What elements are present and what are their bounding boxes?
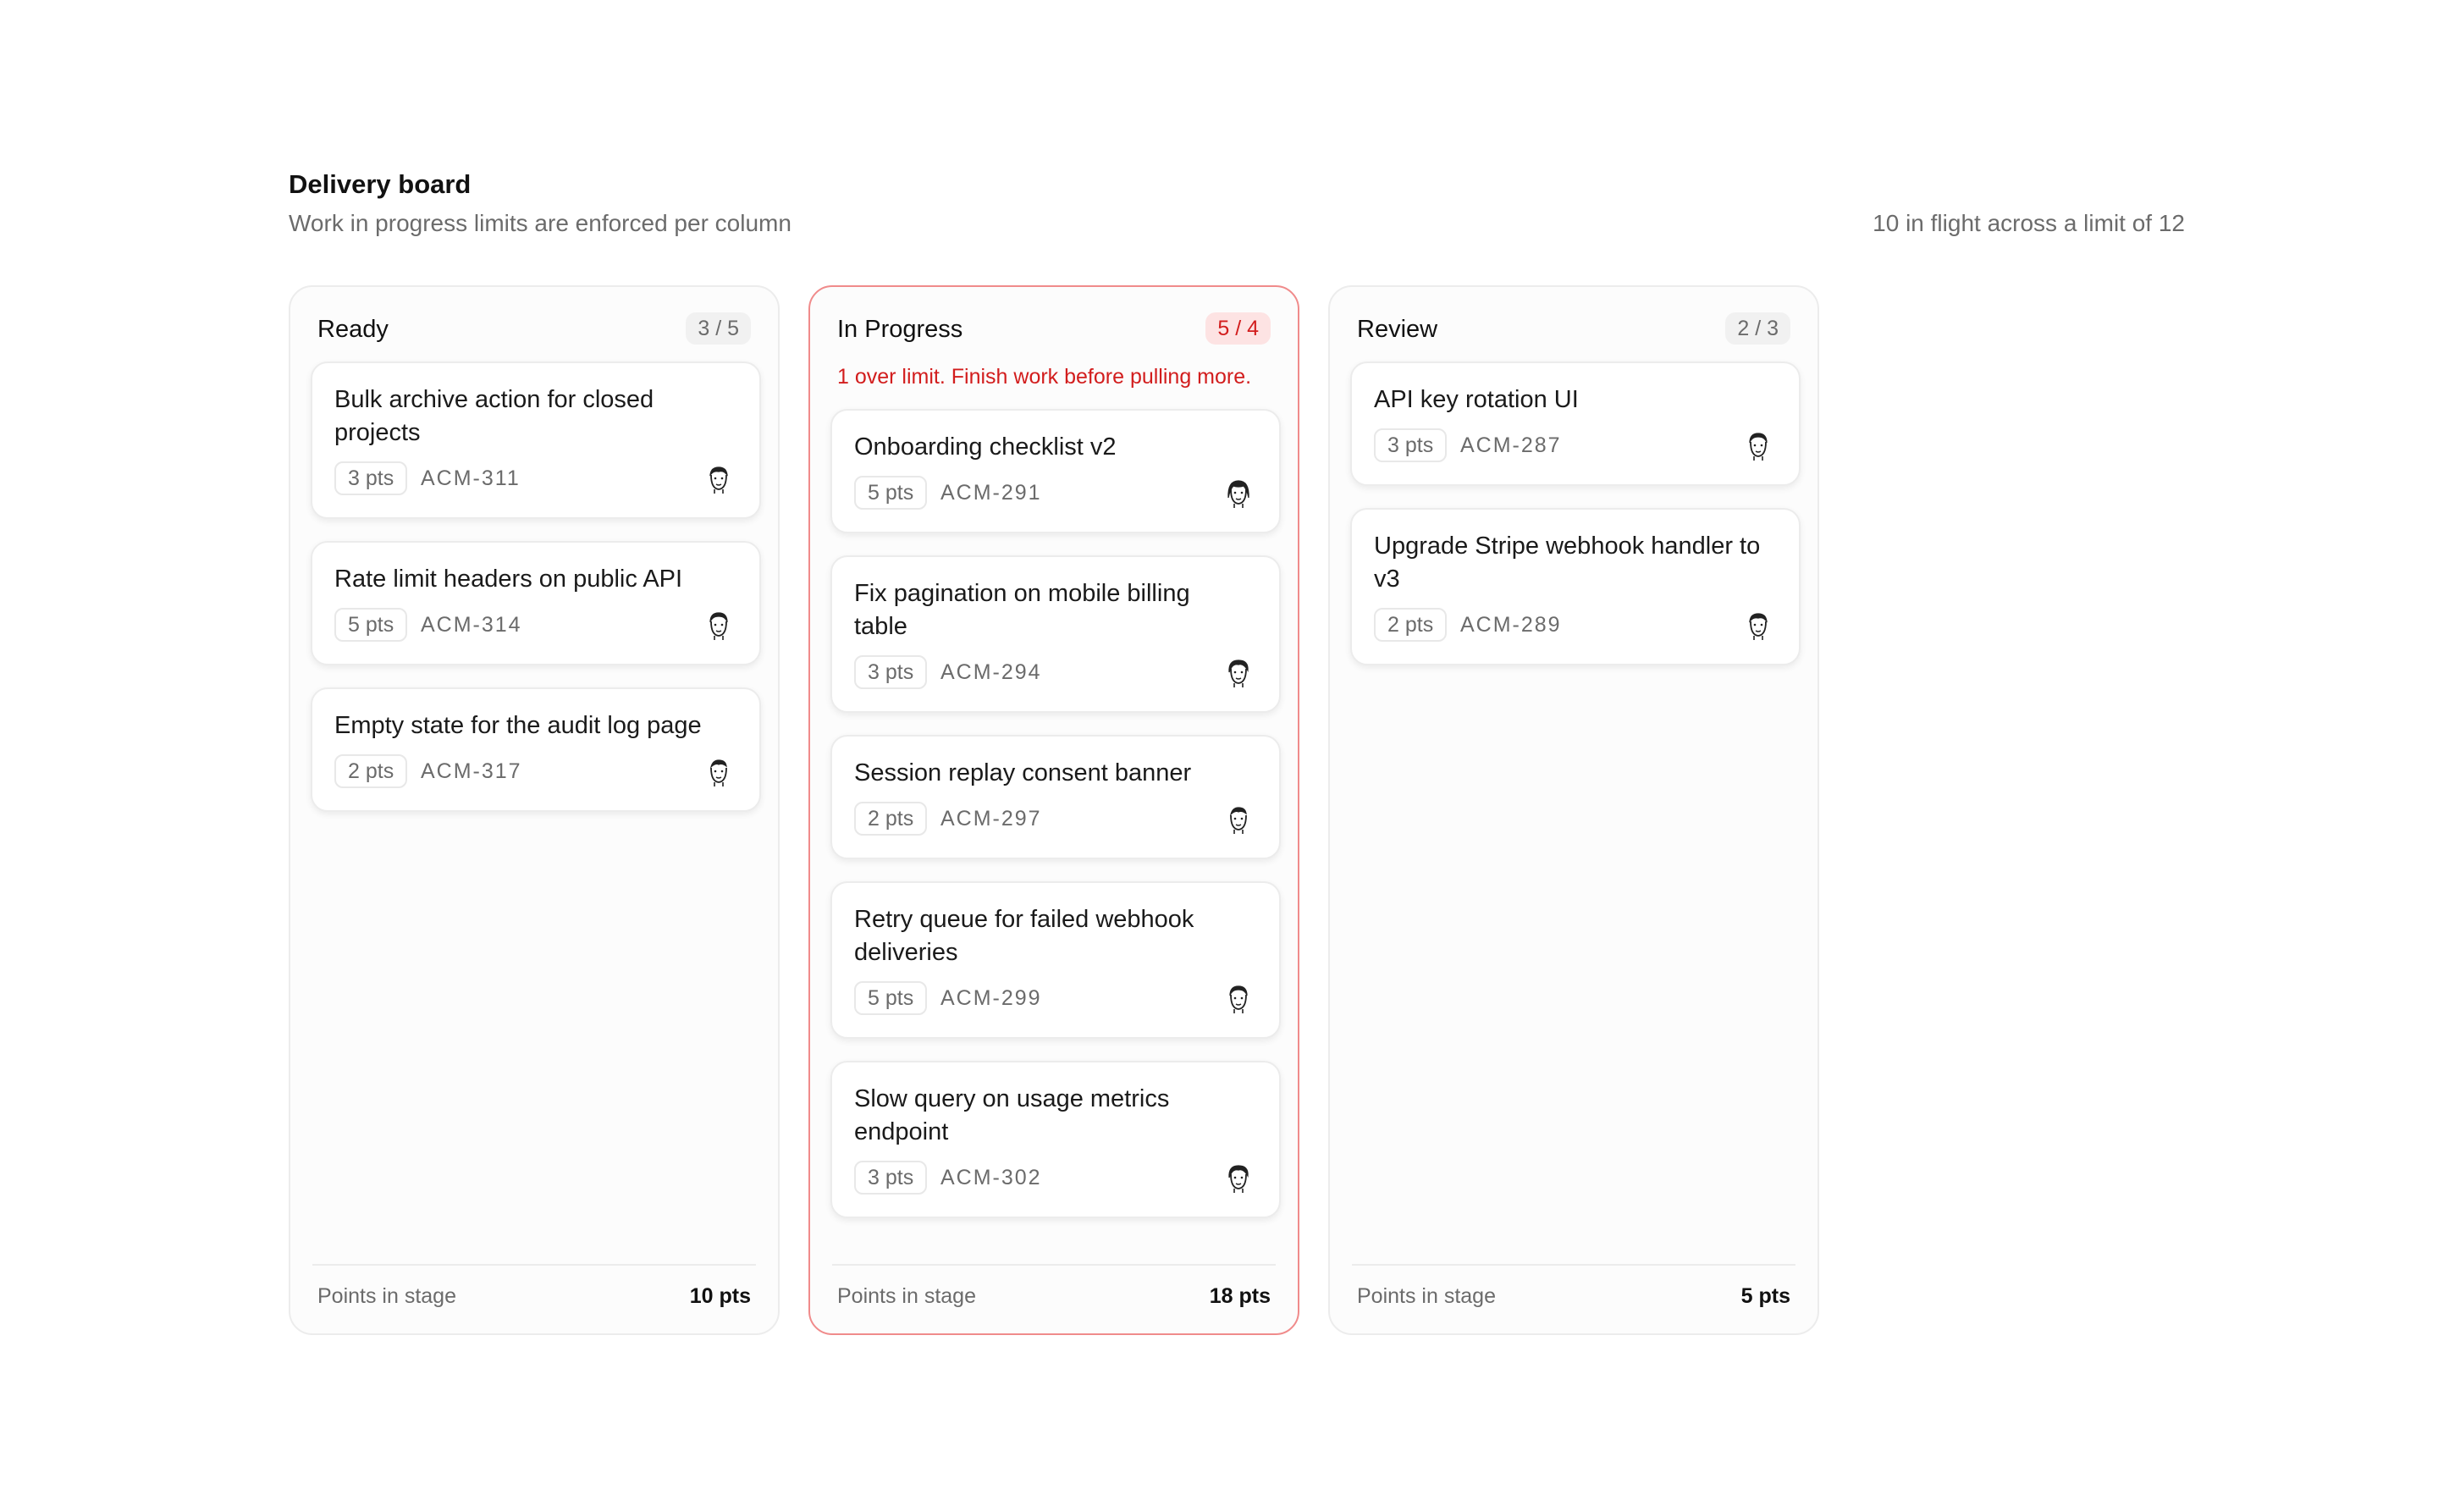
card-title: Bulk archive action for closed projects (334, 386, 654, 446)
issue-id: ACM-297 (940, 807, 1042, 830)
card-list: Onboarding checklist v2 5 pts ACM-291 Fi… (830, 409, 1281, 1240)
avatar-icon[interactable] (1743, 430, 1773, 462)
task-card[interactable]: Slow query on usage metrics endpoint 3 p… (830, 1061, 1281, 1218)
footer-label: Points in stage (837, 1284, 976, 1308)
avatar-icon[interactable] (1223, 657, 1254, 689)
column-in-progress: In Progress 5 / 4 1 over limit. Finish w… (808, 285, 1299, 1335)
card-meta: 3 pts ACM-302 (854, 1161, 1257, 1198)
page: Delivery board Work in progress limits a… (0, 0, 2438, 1512)
column-title: In Progress (837, 316, 963, 343)
issue-id: ACM-294 (940, 660, 1042, 684)
points-badge: 2 pts (854, 802, 928, 836)
footer-total: 5 pts (1740, 1284, 1790, 1308)
card-title: Upgrade Stripe webhook handler to v3 (1374, 533, 1761, 593)
wip-warning: 1 over limit. Finish work before pulling… (837, 365, 1252, 389)
avatar-icon[interactable] (1223, 803, 1254, 836)
wip-count-badge: 5 / 4 (1205, 312, 1271, 345)
column-title: Review (1357, 316, 1438, 343)
page-title: Delivery board (289, 169, 472, 199)
task-card[interactable]: API key rotation UI 3 pts ACM-287 (1350, 361, 1801, 486)
points-badge: 5 pts (334, 608, 408, 642)
card-title: Fix pagination on mobile billing table (854, 580, 1190, 640)
card-meta: 3 pts ACM-311 (334, 461, 737, 499)
card-meta: 3 pts ACM-294 (854, 655, 1257, 693)
avatar-icon[interactable] (703, 610, 734, 642)
points-badge: 3 pts (854, 1161, 928, 1195)
card-meta: 3 pts ACM-287 (1374, 428, 1777, 466)
column-title: Ready (317, 316, 389, 343)
task-card[interactable]: Empty state for the audit log page 2 pts… (311, 687, 761, 812)
task-card[interactable]: Retry queue for failed webhook deliverie… (830, 881, 1281, 1039)
card-title: Empty state for the audit log page (334, 712, 702, 739)
issue-id: ACM-317 (421, 759, 522, 783)
points-badge: 5 pts (854, 981, 928, 1015)
points-badge: 3 pts (1374, 428, 1448, 462)
task-card[interactable]: Rate limit headers on public API 5 pts A… (311, 541, 761, 665)
column-footer: Points in stage 5 pts (1352, 1264, 1795, 1333)
card-title: Session replay consent banner (854, 759, 1192, 786)
card-meta: 5 pts ACM-291 (854, 476, 1257, 513)
task-card[interactable]: Onboarding checklist v2 5 pts ACM-291 (830, 409, 1281, 533)
avatar-icon[interactable] (1223, 1162, 1254, 1195)
task-card[interactable]: Upgrade Stripe webhook handler to v3 2 p… (1350, 508, 1801, 665)
task-card[interactable]: Session replay consent banner 2 pts ACM-… (830, 735, 1281, 859)
column-header: In Progress 5 / 4 (837, 307, 1271, 348)
card-meta: 5 pts ACM-299 (854, 981, 1257, 1018)
issue-id: ACM-311 (421, 466, 521, 490)
card-meta: 5 pts ACM-314 (334, 608, 737, 645)
footer-total: 10 pts (689, 1284, 751, 1308)
card-list: API key rotation UI 3 pts ACM-287 Upgrad… (1350, 361, 1801, 687)
task-card[interactable]: Fix pagination on mobile billing table 3… (830, 555, 1281, 713)
points-badge: 3 pts (334, 461, 408, 495)
avatar-icon[interactable] (1743, 610, 1773, 642)
issue-id: ACM-287 (1460, 433, 1562, 457)
avatar-icon[interactable] (1223, 983, 1254, 1015)
card-title: Slow query on usage metrics endpoint (854, 1085, 1170, 1145)
issue-id: ACM-302 (940, 1166, 1042, 1189)
column-footer: Points in stage 10 pts (312, 1264, 756, 1333)
avatar-icon[interactable] (703, 756, 734, 788)
points-badge: 3 pts (854, 655, 928, 689)
card-meta: 2 pts ACM-317 (334, 754, 737, 792)
column-review: Review 2 / 3 API key rotation UI 3 pts A… (1328, 285, 1819, 1335)
card-meta: 2 pts ACM-297 (854, 802, 1257, 839)
points-badge: 2 pts (1374, 608, 1448, 642)
avatar-icon[interactable] (1223, 477, 1254, 510)
card-title: Onboarding checklist v2 (854, 433, 1117, 461)
task-card[interactable]: Bulk archive action for closed projects … (311, 361, 761, 519)
card-title: API key rotation UI (1374, 386, 1579, 413)
points-badge: 5 pts (854, 476, 928, 510)
page-subtitle: Work in progress limits are enforced per… (289, 210, 792, 236)
column-header: Ready 3 / 5 (317, 307, 751, 348)
footer-total: 18 pts (1209, 1284, 1271, 1308)
footer-label: Points in stage (1357, 1284, 1496, 1308)
column-header: Review 2 / 3 (1357, 307, 1790, 348)
issue-id: ACM-314 (421, 613, 522, 637)
wip-summary: 10 in flight across a limit of 12 (1873, 210, 2185, 236)
issue-id: ACM-289 (1460, 613, 1562, 637)
avatar-icon[interactable] (703, 463, 734, 495)
footer-label: Points in stage (317, 1284, 456, 1308)
wip-count-badge: 2 / 3 (1725, 312, 1790, 345)
wip-count-badge: 3 / 5 (686, 312, 751, 345)
board-header: Delivery board Work in progress limits a… (289, 166, 2185, 242)
card-title: Retry queue for failed webhook deliverie… (854, 906, 1194, 966)
column-ready: Ready 3 / 5 Bulk archive action for clos… (289, 285, 780, 1335)
issue-id: ACM-291 (940, 481, 1042, 505)
card-meta: 2 pts ACM-289 (1374, 608, 1777, 645)
card-title: Rate limit headers on public API (334, 566, 683, 593)
issue-id: ACM-299 (940, 986, 1042, 1010)
card-list: Bulk archive action for closed projects … (311, 361, 761, 834)
column-footer: Points in stage 18 pts (832, 1264, 1276, 1333)
points-badge: 2 pts (334, 754, 408, 788)
